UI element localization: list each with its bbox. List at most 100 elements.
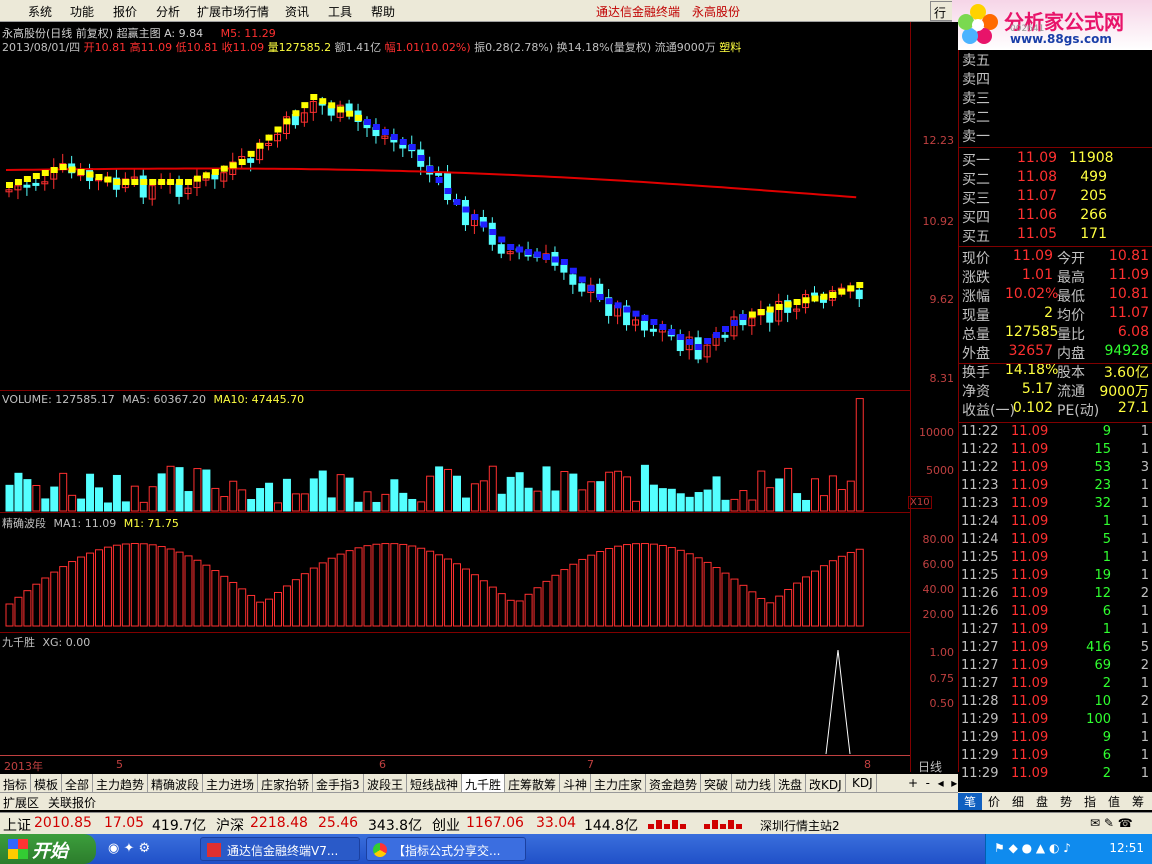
menu-help[interactable]: 帮助 xyxy=(371,3,395,20)
right-tab[interactable]: 价 xyxy=(982,793,1006,810)
wave-bar xyxy=(336,553,345,627)
right-tab[interactable]: 笔 xyxy=(958,793,982,810)
menu-extended-market[interactable]: 扩展市场行情 xyxy=(197,3,269,20)
wave-bar xyxy=(139,543,148,627)
tab-indicator[interactable]: KDJ xyxy=(849,774,877,792)
flower-icon xyxy=(958,4,998,44)
trend-block xyxy=(730,320,738,326)
wave-bar xyxy=(461,568,470,627)
volume-bar xyxy=(211,487,220,512)
tab-extension-area[interactable]: 扩展区 xyxy=(3,794,39,811)
buy-level[interactable]: 买二 11.08 499 xyxy=(959,169,1152,188)
tick-count: 1 xyxy=(1140,748,1149,763)
candle-body xyxy=(569,274,577,285)
volume-bar xyxy=(14,472,23,512)
menu-quote[interactable]: 报价 xyxy=(113,3,137,20)
status-icons[interactable]: ✉ ✎ ☎ xyxy=(1090,816,1133,830)
status-bar: 上证 2010.85 17.05 419.7亿 沪深 2218.48 25.46… xyxy=(0,812,1152,834)
buy-level[interactable]: 买三 11.07 205 xyxy=(959,188,1152,207)
cy-index-change: 33.04 xyxy=(536,815,577,831)
tab-indicator[interactable]: 主力进场 xyxy=(203,774,259,792)
sell-level[interactable]: 卖三 xyxy=(959,88,1152,107)
period-label[interactable]: 日线 xyxy=(918,758,942,775)
quote-label: 最低 xyxy=(1057,289,1085,305)
quote-value: 0.102 xyxy=(1012,400,1053,416)
tab-indicator[interactable]: 洗盘 xyxy=(775,774,807,792)
right-tab[interactable]: 值 xyxy=(1102,793,1126,810)
tab-indicator[interactable]: 庄家抬轿 xyxy=(258,774,314,792)
buy-level[interactable]: 买四 11.06 266 xyxy=(959,207,1152,226)
tick-time: 11:29 xyxy=(961,748,999,763)
quote-row: 总量 127585 量比 6.08 xyxy=(959,324,1152,343)
wave-bar xyxy=(130,543,139,627)
buy-level[interactable]: 买五 11.05 171 xyxy=(959,226,1152,245)
trend-block xyxy=(23,176,31,182)
buy-level[interactable]: 买一 11.09 11908 xyxy=(959,150,1152,169)
right-tab[interactable]: 细 xyxy=(1006,793,1030,810)
volume-bar xyxy=(623,476,632,512)
tab-indicator[interactable]: 模板 xyxy=(31,774,63,792)
right-tab[interactable]: 指 xyxy=(1078,793,1102,810)
volume-bar xyxy=(453,475,461,512)
tab-indicator[interactable]: 短线战神 xyxy=(407,774,463,792)
start-button[interactable]: 开始 xyxy=(0,834,96,864)
wave-bar xyxy=(784,589,793,627)
tab-indicator[interactable]: 动力线 xyxy=(732,774,776,792)
wave-bar xyxy=(855,548,864,627)
menu-analysis[interactable]: 分析 xyxy=(156,3,180,20)
sell-level[interactable]: 卖一 xyxy=(959,126,1152,145)
tab-indicator[interactable]: 波段王 xyxy=(364,774,408,792)
right-tab[interactable]: 盘 xyxy=(1030,793,1054,810)
tab-indicator[interactable]: 斗神 xyxy=(560,774,592,792)
sell-level[interactable]: 卖五 xyxy=(959,50,1152,69)
chart-area[interactable]: 永高股份(日线 前复权) 超赢主图 A: 9.84 M5: 11.29 2013… xyxy=(0,22,958,775)
quote-value: 6.08 xyxy=(1117,324,1149,340)
right-tab[interactable]: 筹 xyxy=(1126,793,1150,810)
menu-tools[interactable]: 工具 xyxy=(328,3,352,20)
tab-indicator[interactable]: 精确波段 xyxy=(148,774,204,792)
trend-block xyxy=(829,292,837,298)
trend-block xyxy=(176,179,184,185)
volume-bar xyxy=(345,477,354,512)
tab-indicator[interactable]: 主力趋势 xyxy=(93,774,149,792)
tab-indicator[interactable]: 主力庄家 xyxy=(591,774,647,792)
volume-bar xyxy=(444,468,453,512)
wave-bar xyxy=(220,575,229,627)
tab-indicator[interactable]: 改KDJ xyxy=(806,774,846,792)
tab-indicator[interactable]: 资金趋势 xyxy=(646,774,702,792)
tick-count: 1 xyxy=(1140,568,1149,583)
quote-label: 今开 xyxy=(1057,251,1085,267)
volume-bar xyxy=(95,487,103,512)
tray-icons[interactable]: ⚑ ◆ ● ▲ ◐ ♪ xyxy=(994,841,1071,855)
quote-row: 现价 11.09 今开 10.81 xyxy=(959,248,1152,267)
y-tick: 12.23 xyxy=(922,134,955,147)
candle-body xyxy=(461,199,469,226)
volume-bar xyxy=(694,492,703,512)
buy-label: 买一 xyxy=(962,153,990,169)
tab-scroll-controls[interactable]: + - ◂ ▸ xyxy=(908,776,957,790)
start-label: 开始 xyxy=(32,841,68,862)
tick-volume: 416 xyxy=(1086,640,1111,655)
sell-level[interactable]: 卖四 xyxy=(959,69,1152,88)
tab-indicator[interactable]: 庄筹散筹 xyxy=(505,774,561,792)
task-tdx-terminal[interactable]: 通达信金融终端V7... xyxy=(200,837,360,861)
quicklaunch-icons[interactable]: ◉ ✦ ⚙ xyxy=(108,841,150,856)
tab-indicator[interactable]: 九千胜 xyxy=(462,774,506,792)
tab-indicator[interactable]: 金手指3 xyxy=(313,774,364,792)
tab-indicator[interactable]: 全部 xyxy=(62,774,94,792)
tick-time: 11:28 xyxy=(961,694,999,709)
volume-bar xyxy=(828,475,837,512)
tab-indicator[interactable]: 指标 xyxy=(0,774,32,792)
menu-news[interactable]: 资讯 xyxy=(285,3,309,20)
volume-bar xyxy=(247,499,256,512)
menu-function[interactable]: 功能 xyxy=(70,3,94,20)
tick-volume: 9 xyxy=(1102,730,1111,745)
task-browser[interactable]: 【指标公式分享交... xyxy=(366,837,526,861)
right-tab[interactable]: 势 xyxy=(1054,793,1078,810)
volume-bar xyxy=(632,500,640,512)
menu-system[interactable]: 系统 xyxy=(28,3,52,20)
tab-indicator[interactable]: 突破 xyxy=(701,774,733,792)
quote-value: 11.09 xyxy=(1012,248,1053,264)
sell-level[interactable]: 卖二 xyxy=(959,107,1152,126)
tab-related-quote[interactable]: 关联报价 xyxy=(48,794,96,811)
